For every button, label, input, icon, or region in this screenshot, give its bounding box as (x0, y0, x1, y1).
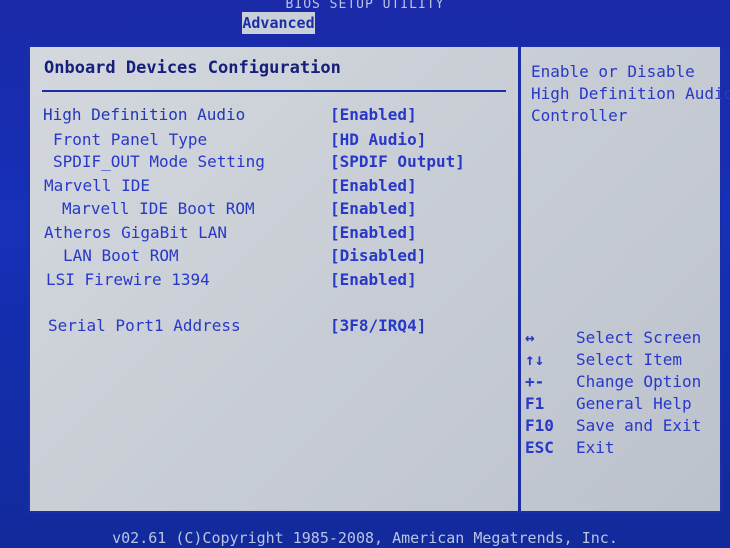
setting-value[interactable]: [SPDIF Output] (330, 151, 465, 173)
setting-spdif-out-mode[interactable]: SPDIF_OUT Mode Setting [SPDIF Output] (0, 151, 500, 173)
setting-marvell-ide[interactable]: Marvell IDE [Enabled] (0, 175, 500, 197)
bios-title: BIOS SETUP UTILITY (285, 0, 445, 12)
setting-value[interactable]: [Enabled] (330, 175, 417, 197)
key-description: Save and Exit (576, 416, 702, 435)
key-description: General Help (576, 394, 692, 413)
key-legend-general-help: F1 General Help (525, 393, 715, 415)
help-line: High Definition Audio (531, 84, 730, 103)
setting-atheros-gigabit-lan[interactable]: Atheros GigaBit LAN [Enabled] (0, 222, 500, 244)
key-description: Select Item (576, 350, 682, 369)
esc-key: ESC (525, 438, 554, 457)
plus-minus-key: +- (525, 372, 545, 391)
key-legend-change-option: +- Change Option (525, 371, 715, 393)
setting-value[interactable]: [Enabled] (330, 269, 417, 291)
setting-label: Marvell IDE Boot ROM (62, 199, 255, 218)
f1-key: F1 (525, 394, 545, 413)
help-line: Controller (531, 106, 628, 125)
setting-value[interactable]: [Enabled] (330, 104, 417, 126)
key-legend-exit: ESC Exit (525, 437, 715, 459)
setting-label: Marvell IDE (44, 176, 150, 195)
help-text: Enable or Disable High Definition Audio … (531, 61, 730, 127)
tab-advanced[interactable]: Advanced (242, 12, 315, 34)
setting-marvell-ide-boot-rom[interactable]: Marvell IDE Boot ROM [Enabled] (0, 198, 500, 220)
key-description: Exit (576, 438, 615, 457)
setting-label: Front Panel Type (53, 130, 208, 149)
setting-label: High Definition Audio (43, 105, 246, 124)
f10-key: F10 (525, 416, 554, 435)
panel-divider (518, 45, 521, 513)
setting-high-definition-audio[interactable]: High Definition Audio [Enabled] (0, 104, 500, 126)
help-line: Enable or Disable (531, 62, 695, 81)
setting-lsi-firewire-1394[interactable]: LSI Firewire 1394 [Enabled] (0, 269, 500, 291)
setting-label: SPDIF_OUT Mode Setting (53, 152, 265, 171)
setting-value[interactable]: [Disabled] (330, 245, 426, 267)
key-legend-select-item: ↑↓ Select Item (525, 349, 715, 371)
key-legend-save-exit: F10 Save and Exit (525, 415, 715, 437)
left-right-arrow-icon: ↔ (525, 328, 535, 347)
copyright-footer: v02.61 (C)Copyright 1985-2008, American … (112, 529, 618, 547)
setting-value[interactable]: [Enabled] (330, 198, 417, 220)
setting-label: Serial Port1 Address (48, 316, 241, 335)
setting-front-panel-type[interactable]: Front Panel Type [HD Audio] (0, 129, 500, 151)
setting-label: Atheros GigaBit LAN (44, 223, 228, 242)
section-title-rule (42, 90, 506, 92)
key-legend-select-screen: ↔ Select Screen (525, 327, 715, 349)
setting-value[interactable]: [HD Audio] (330, 129, 426, 151)
setting-value[interactable]: [Enabled] (330, 222, 417, 244)
setting-value[interactable]: [3F8/IRQ4] (330, 315, 426, 337)
key-description: Select Screen (576, 328, 702, 347)
key-description: Change Option (576, 372, 702, 391)
setting-serial-port1-address[interactable]: Serial Port1 Address [3F8/IRQ4] (0, 315, 500, 337)
section-title: Onboard Devices Configuration (44, 58, 341, 78)
setting-label: LSI Firewire 1394 (46, 270, 210, 289)
setting-lan-boot-rom[interactable]: LAN Boot ROM [Disabled] (0, 245, 500, 267)
bios-screen: BIOS SETUP UTILITY Advanced Onboard Devi… (0, 0, 730, 548)
setting-label: LAN Boot ROM (63, 246, 179, 265)
up-down-arrow-icon: ↑↓ (525, 350, 545, 369)
